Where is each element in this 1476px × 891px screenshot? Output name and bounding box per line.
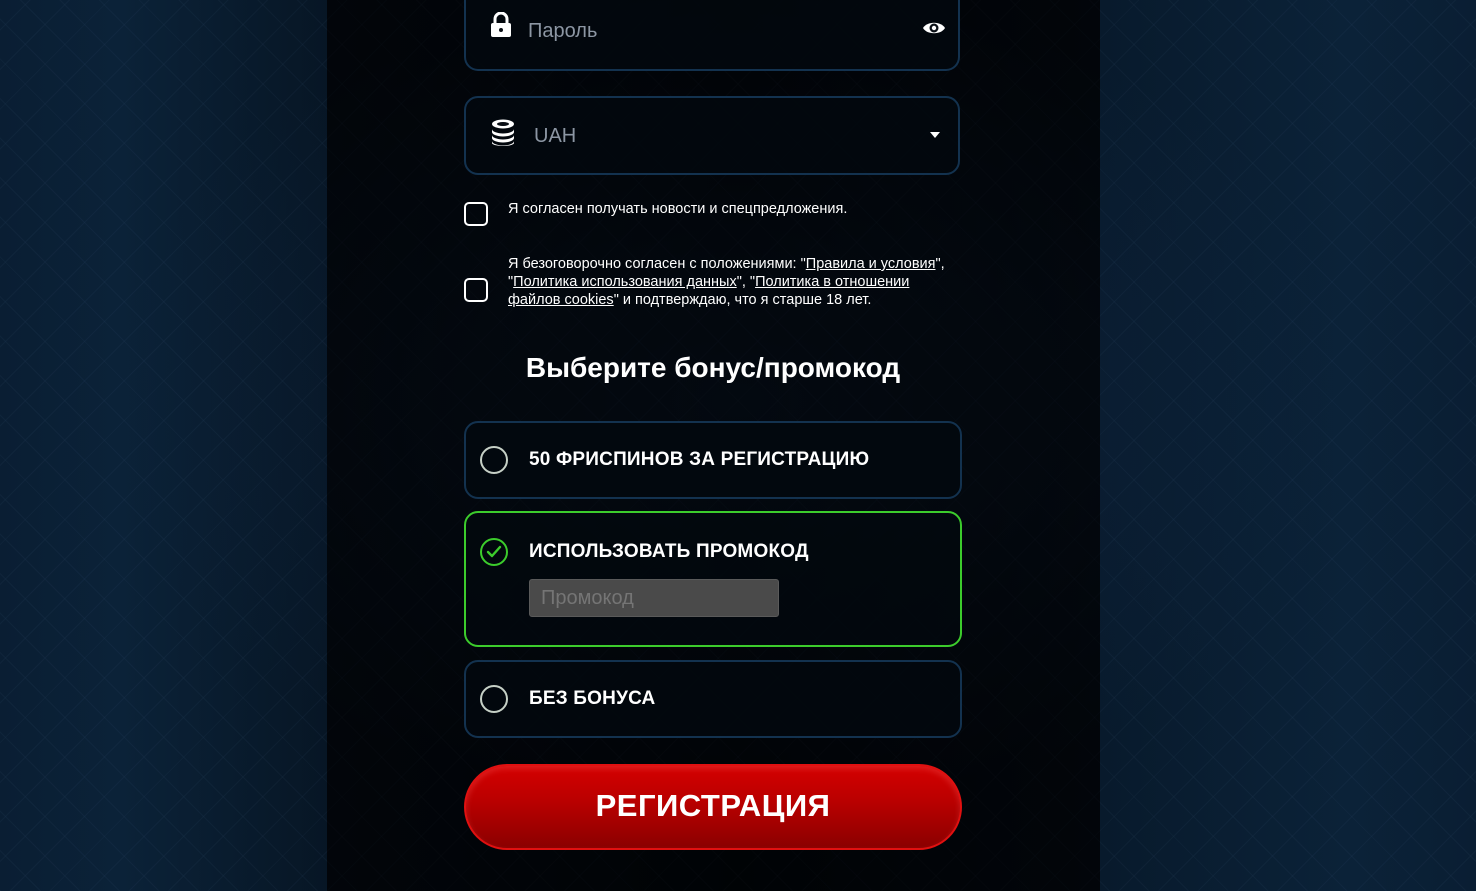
currency-select[interactable]: UAH [464,96,960,175]
bonus-option-freespins[interactable]: 50 ФРИСПИНОВ ЗА РЕГИСТРАЦИЮ [464,421,962,499]
password-placeholder: Пароль [528,20,598,42]
news-consent-row: Я согласен получать новости и спецпредло… [464,200,962,230]
terms-consent-row: Я безоговорочно согласен с положениями: … [464,255,962,330]
coins-icon [490,118,516,151]
news-consent-label: Я согласен получать новости и спецпредло… [508,201,848,217]
terms-consent-label: Я безоговорочно согласен с положениями: … [508,255,952,309]
terms-link-rules[interactable]: Правила и условия [806,256,936,272]
lock-icon [490,11,512,43]
terms-text-suffix: " и подтверждаю, что я старше 18 лет. [613,292,872,308]
terms-text-sep2: ", " [736,274,756,290]
bonus-option-label: БЕЗ БОНУСА [529,688,656,709]
terms-link-data-policy[interactable]: Политика использования данных [513,274,737,290]
bonus-option-no-bonus[interactable]: БЕЗ БОНУСА [464,660,962,738]
password-field[interactable]: Пароль [464,0,960,71]
bonus-option-label: ИСПОЛЬЗОВАТЬ ПРОМОКОД [529,541,809,562]
register-button[interactable]: РЕГИСТРАЦИЯ [464,764,962,850]
freespins-radio[interactable] [480,446,508,474]
eye-icon[interactable] [922,20,946,41]
currency-value: UAH [534,125,577,147]
dropdown-arrow-icon[interactable] [930,132,940,138]
checkmark-icon [486,545,502,558]
promocode-radio[interactable] [480,538,508,566]
bonus-section-title: Выберите бонус/промокод [525,352,901,383]
promocode-input[interactable] [529,579,779,617]
bonus-option-promocode[interactable]: ИСПОЛЬЗОВАТЬ ПРОМОКОД [464,511,962,647]
news-consent-checkbox[interactable] [464,202,488,226]
bonus-option-label: 50 ФРИСПИНОВ ЗА РЕГИСТРАЦИЮ [529,449,870,470]
no-bonus-radio[interactable] [480,685,508,713]
terms-text-prefix: Я безоговорочно согласен с положениями: … [508,256,806,272]
terms-consent-checkbox[interactable] [464,278,488,302]
